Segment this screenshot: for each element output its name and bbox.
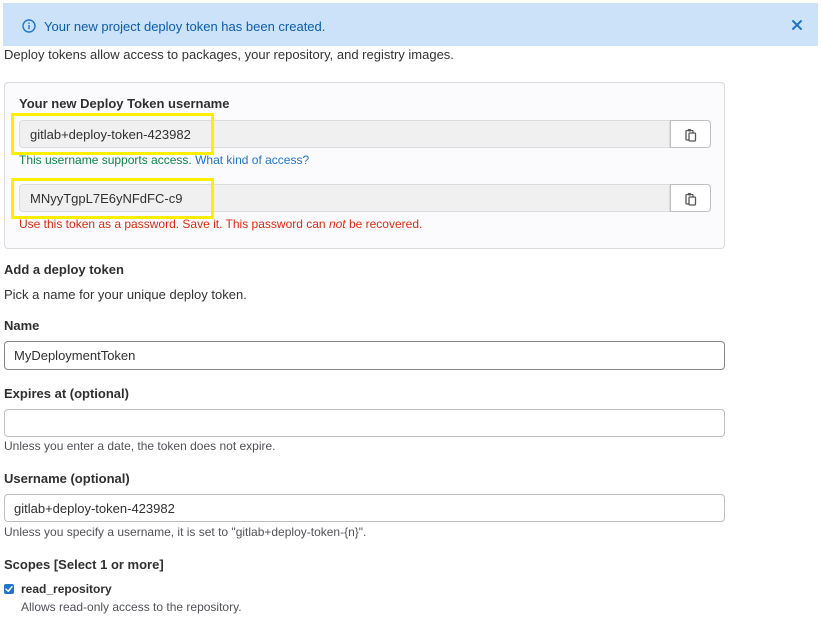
expires-help: Unless you enter a date, the token does … <box>4 439 276 453</box>
copy-username-button[interactable] <box>670 120 711 148</box>
copy-password-button[interactable] <box>670 184 711 212</box>
username-help-text: This username supports access. <box>19 153 192 167</box>
copy-icon <box>685 193 697 206</box>
username-help: Unless you specify a username, it is set… <box>4 525 367 539</box>
read-repository-checkbox[interactable] <box>4 584 14 594</box>
expires-label: Expires at (optional) <box>4 386 129 401</box>
password-warning-suffix: be recovered. <box>345 217 423 231</box>
success-alert: Your new project deploy token has been c… <box>3 3 818 46</box>
expires-input[interactable] <box>4 409 725 437</box>
username-input[interactable] <box>4 494 725 522</box>
deploy-tokens-description: Deploy tokens allow access to packages, … <box>4 47 454 62</box>
username-label: Username (optional) <box>4 471 130 486</box>
read-repository-label[interactable]: read_repository <box>21 582 112 596</box>
new-token-username-label: Your new Deploy Token username <box>19 96 230 111</box>
username-token-row <box>19 120 711 148</box>
password-warning: Use this token as a password. Save it. T… <box>19 217 422 231</box>
access-help-link[interactable]: What kind of access? <box>195 153 309 167</box>
name-label: Name <box>4 318 40 333</box>
add-token-description: Pick a name for your unique deploy token… <box>4 287 247 302</box>
username-help: This username supports access. What kind… <box>19 153 309 167</box>
add-token-heading: Add a deploy token <box>4 262 124 277</box>
alert-message: Your new project deploy token has been c… <box>44 19 326 34</box>
new-token-password-field[interactable] <box>19 184 670 212</box>
password-token-row <box>19 184 711 212</box>
info-icon <box>22 19 36 33</box>
close-icon[interactable] <box>791 19 803 31</box>
name-input[interactable] <box>4 341 725 370</box>
checkmark-icon <box>5 586 13 592</box>
password-warning-emphasis: not <box>328 217 346 231</box>
new-token-username-field[interactable] <box>19 120 670 148</box>
copy-icon <box>685 129 697 142</box>
new-token-panel: Your new Deploy Token username This user… <box>4 82 725 249</box>
scopes-label: Scopes [Select 1 or more] <box>4 557 164 572</box>
read-repository-description: Allows read-only access to the repositor… <box>21 600 242 614</box>
password-warning-prefix: Use this token as a password. Save it. T… <box>19 217 329 231</box>
